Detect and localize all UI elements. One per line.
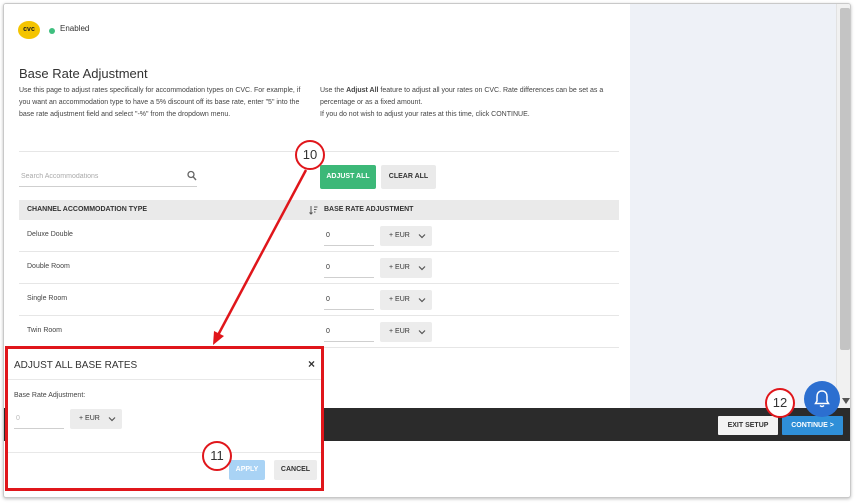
table-row: Single Room + EUR (19, 284, 619, 316)
callout-12: 12 (765, 388, 795, 418)
unit-select-value: + EUR (389, 296, 410, 303)
cancel-button[interactable]: CANCEL (274, 460, 317, 480)
adjustment-input[interactable] (324, 258, 374, 278)
chevron-down-icon (418, 298, 426, 303)
chevron-down-icon (418, 266, 426, 271)
description-right-line2: If you do not wish to adjust your rates … (320, 111, 530, 118)
description-left: Use this page to adjust rates specifical… (19, 87, 301, 118)
description-right: Use the Adjust All feature to adjust all… (320, 85, 620, 121)
close-icon[interactable]: × (308, 357, 315, 371)
modal-title: ADJUST ALL BASE RATES (14, 360, 138, 371)
table-row: Deluxe Double + EUR (19, 220, 619, 252)
accommodation-name: Single Room (27, 295, 68, 302)
adjustment-input[interactable] (324, 226, 374, 246)
vertical-scrollbar[interactable] (836, 4, 850, 408)
side-panel (630, 4, 836, 408)
callout-10: 10 (295, 140, 325, 170)
base-rate-input[interactable] (14, 409, 64, 429)
search-field (19, 167, 197, 187)
description-right-bold: Adjust All (346, 87, 379, 94)
search-icon[interactable] (187, 170, 197, 182)
continue-button[interactable]: CONTINUE > (782, 416, 843, 435)
notification-button[interactable] (804, 381, 840, 417)
modal-unit-value: + EUR (79, 415, 100, 422)
column-header-type[interactable]: CHANNEL ACCOMMODATION TYPE (27, 206, 147, 213)
accommodation-name: Twin Room (27, 327, 63, 334)
unit-select-value: + EUR (389, 328, 410, 335)
column-header-adjustment: BASE RATE ADJUSTMENT (324, 206, 414, 213)
modal-unit-select[interactable]: + EUR (70, 409, 122, 429)
bell-icon (814, 390, 830, 408)
adjustment-input[interactable] (324, 290, 374, 310)
adjustment-input[interactable] (324, 322, 374, 342)
status-label: Enabled (60, 24, 90, 33)
unit-select-value: + EUR (389, 232, 410, 239)
scrollbar-thumb[interactable] (840, 8, 850, 350)
table-row: Twin Room + EUR (19, 316, 619, 348)
description-right-pre: Use the (320, 87, 347, 94)
status-dot-icon (49, 28, 55, 34)
unit-select[interactable]: + EUR (380, 258, 432, 278)
exit-setup-button[interactable]: EXIT SETUP (718, 416, 778, 435)
search-input[interactable] (19, 167, 179, 185)
chevron-down-icon (108, 417, 116, 422)
accommodation-name: Deluxe Double (27, 231, 73, 238)
callout-11: 11 (202, 441, 232, 471)
sort-icon[interactable] (309, 205, 318, 215)
page-title: Base Rate Adjustment (19, 66, 148, 81)
modal-divider (8, 452, 321, 453)
unit-select[interactable]: + EUR (380, 226, 432, 246)
adjust-all-modal: ADJUST ALL BASE RATES × Base Rate Adjust… (5, 346, 324, 491)
chevron-down-icon (418, 234, 426, 239)
clear-all-button[interactable]: CLEAR ALL (381, 165, 436, 189)
adjust-all-button[interactable]: ADJUST ALL (320, 165, 376, 189)
modal-divider (8, 379, 321, 380)
accommodation-name: Double Room (27, 263, 70, 270)
caret-down-icon[interactable] (842, 398, 850, 404)
base-rate-label: Base Rate Adjustment: (14, 392, 86, 399)
apply-button[interactable]: APPLY (229, 460, 265, 480)
chevron-down-icon (418, 330, 426, 335)
unit-select[interactable]: + EUR (380, 290, 432, 310)
cvc-logo: cvc (18, 21, 40, 39)
table-row: Double Room + EUR (19, 252, 619, 284)
table-header: CHANNEL ACCOMMODATION TYPE BASE RATE ADJ… (19, 200, 619, 220)
unit-select-value: + EUR (389, 264, 410, 271)
unit-select[interactable]: + EUR (380, 322, 432, 342)
